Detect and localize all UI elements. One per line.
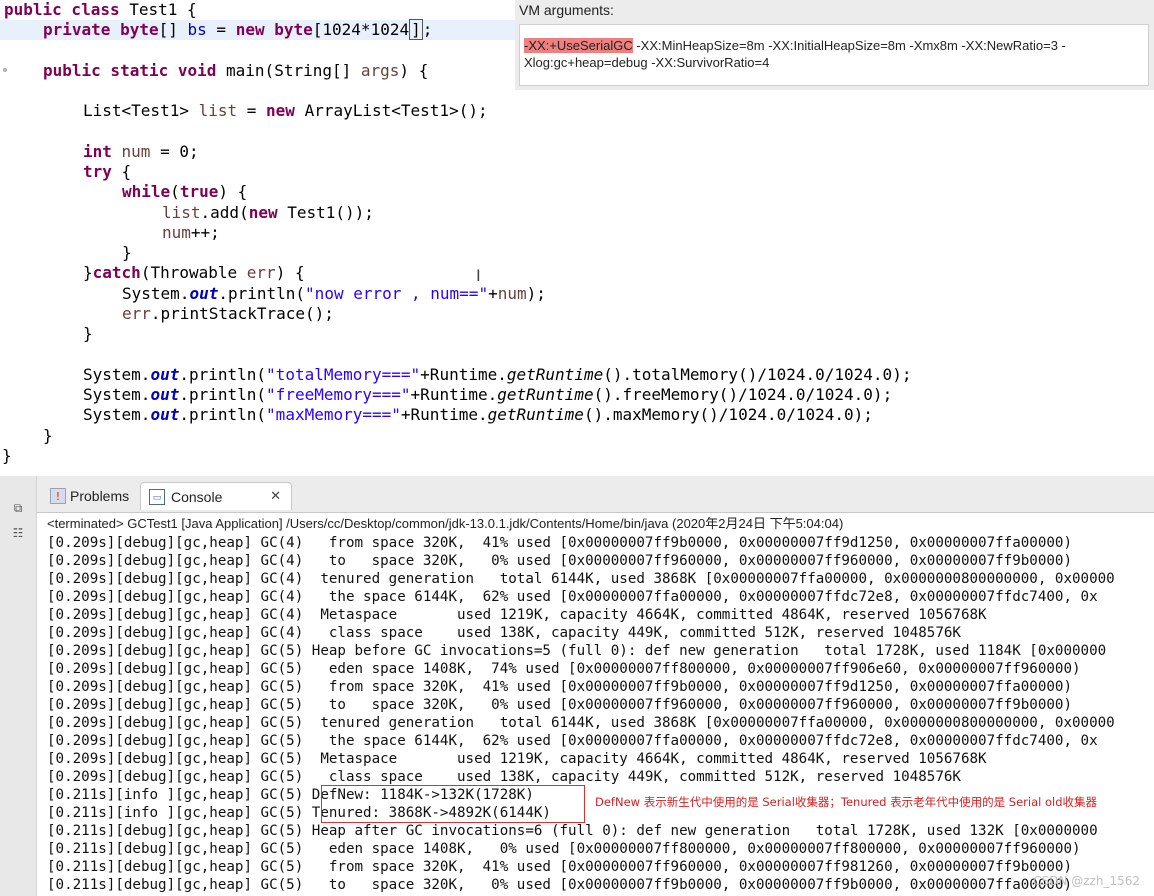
code-line: public class Test1 { — [4, 0, 197, 19]
vm-arguments-field[interactable]: -XX:+UseSerialGC -XX:MinHeapSize=8m -XX:… — [519, 24, 1149, 86]
console-view: ⧉ ☷ ! Problems ▭ Console ✕ <terminated> … — [0, 476, 1154, 896]
vm-arguments-text: -XX:MinHeapSize=8m -XX:InitialHeapSize=8… — [632, 38, 1066, 53]
outline-icon[interactable]: ☷ — [10, 525, 26, 541]
console-line: [0.209s][debug][gc,heap] GC(5) eden spac… — [47, 661, 1081, 677]
code-line: System.out.println("maxMemory==="+Runtim… — [83, 405, 873, 424]
tab-console-label: Console — [171, 489, 223, 505]
console-line: [0.209s][debug][gc,heap] GC(5) from spac… — [47, 679, 1072, 695]
console-line: [0.209s][debug][gc,heap] GC(5) to space … — [47, 697, 1072, 713]
code-line: } — [83, 324, 93, 343]
console-line: [0.209s][debug][gc,heap] GC(4) the space… — [47, 589, 1098, 605]
code-line: } — [2, 446, 12, 465]
code-line: } — [122, 243, 132, 262]
annotation-note: DefNew 表示新生代中使用的是 Serial收集器；Tenured 表示老年… — [595, 795, 1098, 809]
console-line: [0.211s][debug][gc,heap] GC(5) from spac… — [47, 859, 1072, 875]
console-process-header: <terminated> GCTest1 [Java Application] … — [37, 512, 1154, 534]
code-line: num++; — [162, 223, 220, 242]
console-line: [0.209s][debug][gc,heap] GC(5) class spa… — [47, 769, 961, 785]
side-toolbar: ⧉ ☷ — [0, 476, 37, 896]
restore-icon[interactable]: ⧉ — [10, 500, 26, 516]
text-cursor-icon: I — [476, 266, 481, 285]
console-line: [0.209s][debug][gc,heap] GC(4) to space … — [47, 553, 1072, 569]
code-line: public static void main(String[] args) { — [43, 61, 429, 80]
vm-arguments-panel: VM arguments: -XX:+UseSerialGC -XX:MinHe… — [515, 0, 1154, 90]
console-line: [0.209s][debug][gc,heap] GC(4) from spac… — [47, 535, 1072, 551]
console-line: [0.209s][debug][gc,heap] GC(5) the space… — [47, 733, 1098, 749]
console-line: [0.209s][debug][gc,heap] GC(5) Metaspace… — [47, 751, 987, 767]
code-line: System.out.println("totalMemory==="+Runt… — [83, 365, 912, 384]
code-line: list.add(new Test1()); — [162, 203, 374, 222]
code-line: } — [43, 426, 53, 445]
console-line: [0.211s][debug][gc,heap] GC(5) to space … — [47, 877, 1072, 893]
console-line: [0.209s][debug][gc,heap] GC(4) Metaspace… — [47, 607, 987, 623]
vm-arguments-label: VM arguments: — [519, 2, 614, 18]
code-line: while(true) { — [122, 182, 248, 201]
code-line-current: private byte[] bs = new byte[1024*1024]; — [0, 19, 543, 40]
code-line: int num = 0; — [83, 142, 199, 161]
console-line: [0.211s][debug][gc,heap] GC(5) eden spac… — [47, 841, 1081, 857]
matching-bracket: ] — [409, 19, 423, 40]
code-line: System.out.println("now error , num=="+n… — [122, 284, 546, 303]
watermark: CSDN @zzh_1562 — [1033, 874, 1140, 888]
console-line: [0.209s][debug][gc,heap] GC(5) tenured g… — [47, 715, 1115, 731]
code-line: err.printStackTrace(); — [122, 304, 334, 323]
tab-console[interactable]: ▭ Console ✕ — [140, 482, 292, 510]
view-tab-bar: ! Problems ▭ Console ✕ — [37, 476, 1154, 512]
console-line: [0.209s][debug][gc,heap] GC(5) Heap befo… — [47, 643, 1107, 659]
code-line: try { — [83, 162, 132, 181]
console-line: [0.209s][debug][gc,heap] GC(4) tenured g… — [47, 571, 1115, 587]
tab-problems[interactable]: ! Problems — [42, 482, 138, 510]
console-line: [0.211s][debug][gc,heap] GC(5) Heap afte… — [47, 823, 1098, 839]
highlight-box — [321, 785, 585, 823]
console-icon: ▭ — [149, 489, 165, 505]
code-line: List<Test1> list = new ArrayList<Test1>(… — [83, 101, 488, 120]
code-line: System.out.println("freeMemory==="+Runti… — [83, 385, 893, 404]
vm-argument-highlight: -XX:+UseSerialGC — [524, 38, 633, 53]
problems-icon: ! — [50, 488, 66, 504]
console-output[interactable]: [0.209s][debug][gc,heap] GC(4) from spac… — [37, 534, 1154, 896]
vm-arguments-text-line2: Xlog:gc+heap=debug -XX:SurvivorRatio=4 — [524, 55, 770, 70]
tab-problems-label: Problems — [70, 488, 130, 504]
close-icon[interactable]: ✕ — [270, 483, 281, 511]
code-line: }catch(Throwable err) { — [83, 263, 305, 282]
console-line: [0.209s][debug][gc,heap] GC(4) class spa… — [47, 625, 961, 641]
